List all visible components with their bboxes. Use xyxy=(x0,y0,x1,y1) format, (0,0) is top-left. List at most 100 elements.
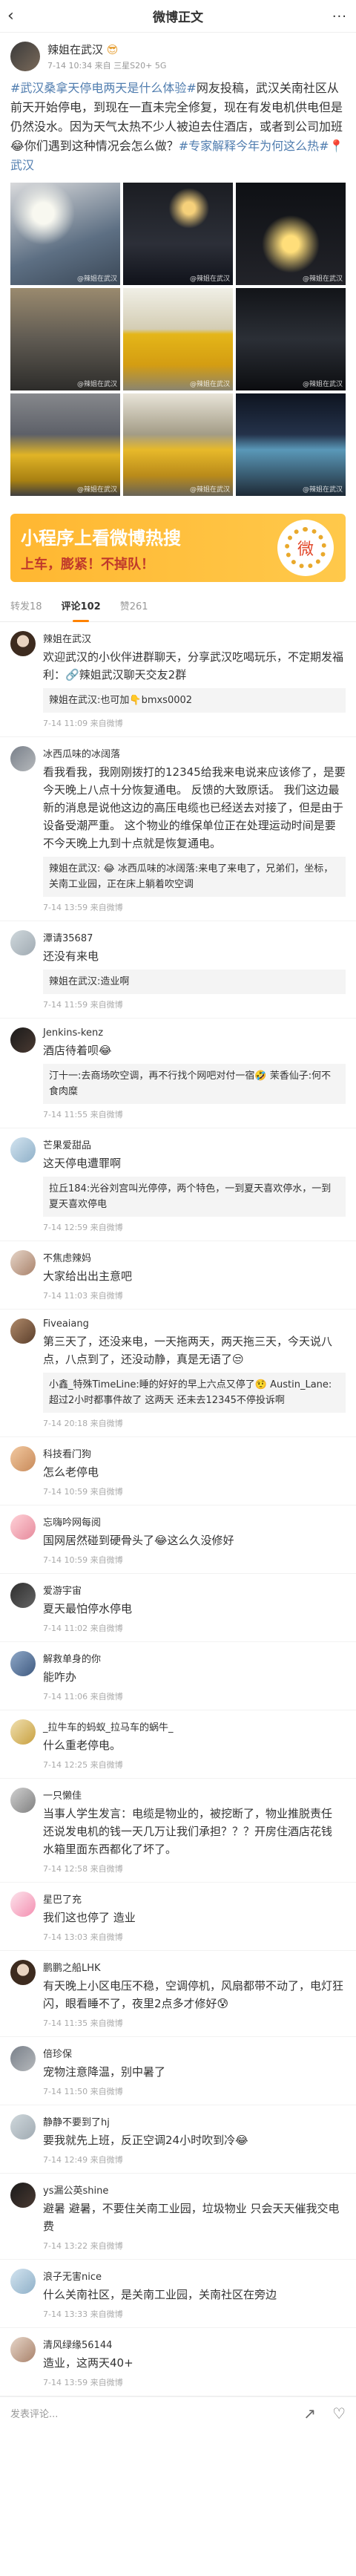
commenter-avatar[interactable] xyxy=(10,1137,36,1163)
comment-text: 还没有来电 xyxy=(43,949,99,963)
commenter-name[interactable]: 冰西瓜味的冰阔落 xyxy=(43,746,346,760)
comment-item[interactable]: 科技看门狗 怎么老停电 7-14 10:59 来自微博 xyxy=(0,1437,356,1506)
commenter-avatar[interactable] xyxy=(10,1892,36,1917)
commenter-avatar[interactable] xyxy=(10,930,36,955)
tab-reposts[interactable]: 转发18 xyxy=(10,592,42,622)
commenter-avatar[interactable] xyxy=(10,746,36,771)
tab-comments[interactable]: 评论102 xyxy=(62,592,101,622)
comment-item[interactable]: 不焦虑辣妈 大家给出出主意吧 7-14 11:03 来自微博 xyxy=(0,1241,356,1310)
comment-item[interactable]: 冰西瓜味的冰阔落看我看我，我刚刚拨打的12345给我来电说来应该修了，是要今天晚… xyxy=(0,737,356,921)
commenter-name[interactable]: 爱游宇宙 xyxy=(43,1583,346,1597)
comment-text: 要我就先上班，反正空调24小时吹到冷😂 xyxy=(43,2134,248,2147)
comment-item[interactable]: 清风绿缘56144 造业，这两天40+ 7-14 13:59 来自微博 xyxy=(0,2328,356,2396)
commenter-avatar[interactable] xyxy=(10,1027,36,1053)
post-topic-link-2[interactable]: #专家解释今年为何这么热# xyxy=(179,139,329,153)
comment-text: 看我看我，我刚刚拨打的12345给我来电说来应该修了，是要今天晚上八点十分恢复通… xyxy=(43,765,346,850)
comment-input[interactable]: 发表评论... xyxy=(10,2406,287,2420)
comment-item[interactable]: 浪子无害nice 什么关南社区，是关南工业园，关南社区在旁边 7-14 13:33 … xyxy=(0,2260,356,2328)
post-image[interactable]: @辣姐在武汉 xyxy=(123,183,233,285)
commenter-name[interactable]: Jenkins-kenz xyxy=(43,1027,346,1039)
commenter-name[interactable]: 潭请35687 xyxy=(43,930,346,944)
commenter-avatar[interactable] xyxy=(10,1719,36,1745)
commenter-avatar[interactable] xyxy=(10,2337,36,2362)
commenter-name[interactable]: 鹏鹏之船LHK xyxy=(43,1960,346,1974)
hot-search-mini-program-banner[interactable]: 小程序上看微博热搜 上车，膨紧！不掉队！ 微 xyxy=(10,514,346,582)
commenter-avatar[interactable] xyxy=(10,2114,36,2139)
post-image[interactable]: @辣姐在武汉 xyxy=(10,393,120,496)
comment-timestamp: 7-14 13:03 来自微博 xyxy=(43,1932,123,1942)
commenter-avatar[interactable] xyxy=(10,1514,36,1540)
commenter-name[interactable]: _拉牛车的蚂蚁_拉马车的蜗牛_ xyxy=(43,1719,346,1733)
comment-item[interactable]: 辣姐在武汉欢迎武汉的小伙伴进群聊天，分享武汉吃喝玩乐，不定期发福利：🔗辣姐武汉聊… xyxy=(0,622,356,737)
forward-icon[interactable]: ↗ xyxy=(303,2405,316,2422)
mini-program-qr-icon: 微 xyxy=(277,520,334,576)
comment-item[interactable]: 忘嗨吟网每阅 国网居然碰到硬骨头了😂这么久没修好 7-14 10:59 来自微博 xyxy=(0,1506,356,1574)
commenter-avatar[interactable] xyxy=(10,1446,36,1471)
commenter-avatar[interactable] xyxy=(10,1250,36,1275)
comment-item[interactable]: 解救单身的你 能咋办 7-14 11:06 来自微博 xyxy=(0,1642,356,1710)
commenter-name[interactable]: 辣姐在武汉 xyxy=(43,631,346,645)
comment-replies[interactable]: 辣姐在武汉:也可加👇bmxs0002 xyxy=(43,688,346,713)
comment-item[interactable]: 芒果爱甜品 这天停电遭罪啊 拉丘184:光谷刘宫叫光停停，两个特色，一到夏天喜欢停水… xyxy=(0,1128,356,1241)
post-topic-link[interactable]: #武汉桑拿天停电两天是什么体验# xyxy=(10,81,197,95)
comment-item[interactable]: 潭请35687 还没有来电 辣姐在武汉:造业啊 7-14 11:59 来自微博 xyxy=(0,921,356,1019)
commenter-name[interactable]: 不焦虑辣妈 xyxy=(43,1250,346,1264)
tab-likes[interactable]: 赞261 xyxy=(120,592,148,622)
commenter-avatar[interactable] xyxy=(10,631,36,656)
comment-item[interactable]: 爱游宇宙 夏天最怕停水停电 7-14 11:02 来自微博 xyxy=(0,1574,356,1642)
post-image[interactable]: @辣姐在武汉 xyxy=(10,183,120,285)
commenter-name[interactable]: 芒果爱甜品 xyxy=(43,1137,346,1151)
comment-item[interactable]: Fiveaiang 第三天了，还没来电，一天拖两天，两天拖三天，今天说八点，八点到… xyxy=(0,1310,356,1437)
commenter-name[interactable]: 解救单身的你 xyxy=(43,1651,346,1665)
commenter-name[interactable]: 科技看门狗 xyxy=(43,1446,346,1460)
comment-timestamp: 7-14 10:59 来自微博 xyxy=(43,1487,123,1497)
commenter-name[interactable]: Fiveaiang xyxy=(43,1318,346,1330)
comment-item[interactable]: _拉牛车的蚂蚁_拉马车的蜗牛_ 什么重老停电。 7-14 12:25 来自微博 xyxy=(0,1710,356,1779)
post-image[interactable]: @辣姐在武汉 xyxy=(10,288,120,390)
post-image[interactable]: @辣姐在武汉 xyxy=(236,393,346,496)
comment-replies[interactable]: 汀十一:去商场吹空调，再不行找个网吧对付一宿🤣 茉香仙子:何不食肉糜 xyxy=(43,1064,346,1104)
commenter-avatar[interactable] xyxy=(10,1960,36,1985)
commenter-name[interactable]: 浪子无害nice xyxy=(43,2269,346,2283)
commenter-avatar[interactable] xyxy=(10,2269,36,2294)
post-image[interactable]: @辣姐在武汉 xyxy=(123,288,233,390)
commenter-avatar[interactable] xyxy=(10,1318,36,1344)
post-image[interactable]: @辣姐在武汉 xyxy=(123,393,233,496)
like-icon[interactable]: ♡ xyxy=(332,2405,346,2422)
commenter-name[interactable]: 星巴了充 xyxy=(43,1892,346,1906)
commenter-avatar[interactable] xyxy=(10,1651,36,1676)
author-name[interactable]: 辣姐在武汉 😎 xyxy=(47,42,166,57)
comment-item[interactable]: Jenkins-kenz 酒店待着呗😂 汀十一:去商场吹空调，再不行找个网吧对付一宿… xyxy=(0,1019,356,1128)
comment-item[interactable]: 鹏鹏之船LHK 有天晚上小区电压不稳，空调停机，风扇都带不动了，电灯狂闪，眼看睡不… xyxy=(0,1951,356,2037)
commenter-name[interactable]: 忘嗨吟网每阅 xyxy=(43,1514,346,1529)
comment-replies[interactable]: 辣姐在武汉: 😂 冰西瓜味的冰阔落:来电了来电了，兄弟们，坐标，关南工业园，正在… xyxy=(43,857,346,897)
comment-replies[interactable]: 小鑫_特殊TimeLine:睡的好好的早上六点又停了🤨 Austin_Lane:… xyxy=(43,1373,346,1413)
commenter-name[interactable]: 静静不要到了hj xyxy=(43,2114,346,2128)
back-arrow-icon[interactable]: ‹ xyxy=(7,7,25,25)
comment-timestamp: 7-14 11:09 来自微博 xyxy=(43,719,123,728)
comment-replies[interactable]: 拉丘184:光谷刘宫叫光停停，两个特色，一到夏天喜欢停水，一到夏天喜欢停电 xyxy=(43,1177,346,1217)
post-image[interactable]: @辣姐在武汉 xyxy=(236,288,346,390)
comment-item[interactable]: 倍珍保 宠物注意降温，别中暑了 7-14 11:50 来自微博 xyxy=(0,2037,356,2105)
comment-body: 星巴了充 我们这也停了 造业 7-14 13:03 来自微博 xyxy=(43,1892,346,1943)
commenter-name[interactable]: 清风绿缘56144 xyxy=(43,2337,346,2351)
comment-item[interactable]: 静静不要到了hj 要我就先上班，反正空调24小时吹到冷😂 7-14 12:49 来自… xyxy=(0,2105,356,2174)
comment-item[interactable]: 星巴了充 我们这也停了 造业 7-14 13:03 来自微博 xyxy=(0,1883,356,1951)
commenter-name[interactable]: ys漏公英shine xyxy=(43,2183,346,2197)
author-name-text[interactable]: 辣姐在武汉 xyxy=(47,43,103,56)
commenter-avatar[interactable] xyxy=(10,2046,36,2071)
post-image[interactable]: @辣姐在武汉 xyxy=(236,183,346,285)
comment-item[interactable]: ys漏公英shine 避暑 避暑，不要住关南工业园，垃圾物业 只会天天催我交电费 7… xyxy=(0,2174,356,2260)
author-avatar[interactable] xyxy=(10,42,40,71)
comment-text: 欢迎武汉的小伙伴进群聊天，分享武汉吃喝玩乐，不定期发福利：🔗辣姐武汉聊天交友2群 xyxy=(43,650,344,681)
commenter-name[interactable]: 倍珍保 xyxy=(43,2046,346,2060)
more-options-icon[interactable]: ··· xyxy=(332,9,347,24)
commenter-avatar[interactable] xyxy=(10,1583,36,1608)
banner-title: 小程序上看微博热搜 xyxy=(21,527,181,549)
comment-item[interactable]: 一只懒佳 当事人学生发言：电缆是物业的，被挖断了，物业推脱责任 还说发电机的钱一天… xyxy=(0,1779,356,1883)
comment-replies[interactable]: 辣姐在武汉:造业啊 xyxy=(43,970,346,994)
commenter-name[interactable]: 一只懒佳 xyxy=(43,1788,346,1802)
commenter-avatar[interactable] xyxy=(10,2183,36,2208)
commenter-avatar[interactable] xyxy=(10,1788,36,1813)
comment-timestamp: 7-14 11:02 来自微博 xyxy=(43,1624,123,1633)
